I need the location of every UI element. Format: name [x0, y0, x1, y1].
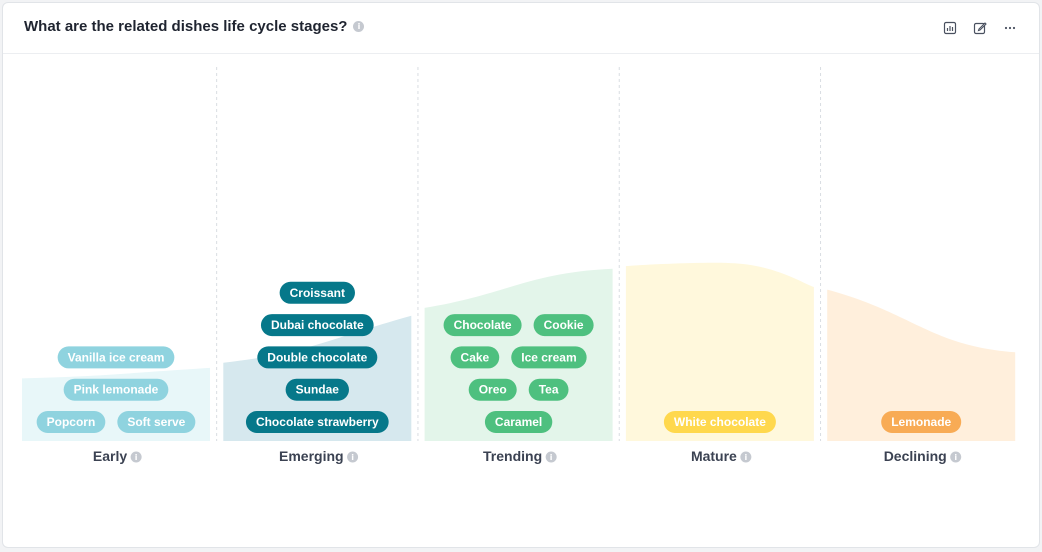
dish-pill-label: Dubai chocolate	[271, 318, 364, 332]
dish-pill[interactable]: Cookie	[533, 314, 594, 337]
dish-pill[interactable]: Cake	[450, 346, 500, 369]
dish-pill[interactable]: Caramel	[484, 411, 553, 433]
dish-pill[interactable]: Soft serve	[117, 411, 196, 433]
dish-pill-label: Cake	[461, 350, 490, 364]
dish-pill[interactable]: Croissant	[279, 281, 355, 304]
dish-pill-label: Chocolate strawberry	[256, 415, 379, 429]
info-icon-glyph: i	[550, 453, 553, 462]
dish-pill-label: Croissant	[290, 286, 345, 300]
info-icon-glyph: i	[351, 453, 354, 462]
dish-pill[interactable]: Pink lemonade	[63, 378, 169, 401]
dish-pill-label: Pink lemonade	[74, 383, 159, 397]
stage-info-icon[interactable]: i	[740, 451, 752, 463]
stage-label-early: Early	[93, 448, 127, 464]
dish-pill-label: Sundae	[296, 383, 340, 397]
stage-info-icon[interactable]: i	[950, 451, 962, 463]
stage-info-icon[interactable]: i	[130, 451, 142, 463]
dish-pill[interactable]: White chocolate	[663, 411, 776, 433]
dish-pill-label: Popcorn	[47, 415, 96, 429]
dish-pill[interactable]: Chocolate strawberry	[245, 411, 389, 433]
dish-pill-label: Vanilla ice cream	[68, 350, 165, 364]
dish-pill[interactable]: Sundae	[285, 378, 349, 401]
dish-pill-label: Cookie	[544, 318, 584, 332]
info-icon-glyph: i	[135, 453, 138, 462]
dish-pill[interactable]: Popcorn	[36, 411, 106, 433]
dish-pill-label: Double chocolate	[267, 350, 367, 364]
lifecycle-chart: Vanilla ice cream Pink lemonade Popcorn Sof…	[22, 67, 1016, 464]
stage-info-icon[interactable]: i	[347, 451, 359, 463]
info-icon-glyph: i	[954, 453, 957, 462]
dish-pill-label: Ice cream	[521, 350, 576, 364]
dish-pill-label: Caramel	[495, 415, 542, 429]
dish-pill-label: Lemonade	[891, 415, 951, 429]
dish-pill-label: Tea	[539, 383, 559, 397]
dish-pill[interactable]: Oreo	[468, 378, 517, 401]
stage-label-declining: Declining	[884, 448, 947, 464]
stage-label-trending: Trending	[483, 448, 542, 464]
stage-info-icon[interactable]: i	[545, 451, 557, 463]
dish-pill-label: White chocolate	[674, 415, 766, 429]
stage-label-mature: Mature	[691, 448, 737, 464]
dish-pill-label: Soft serve	[127, 415, 185, 429]
dish-pill[interactable]: Double chocolate	[257, 346, 378, 369]
info-icon-glyph: i	[744, 453, 747, 462]
dish-pill[interactable]: Ice cream	[511, 346, 587, 369]
dish-pill[interactable]: Chocolate	[443, 314, 522, 337]
dish-pill-label: Oreo	[479, 383, 507, 397]
dish-pill[interactable]: Tea	[528, 378, 569, 401]
stage-label-emerging: Emerging	[279, 448, 344, 464]
dish-pill[interactable]: Dubai chocolate	[260, 314, 374, 337]
dish-pill[interactable]: Lemonade	[881, 411, 962, 433]
dish-pill[interactable]: Vanilla ice cream	[57, 346, 175, 369]
dish-pill-label: Chocolate	[454, 318, 512, 332]
